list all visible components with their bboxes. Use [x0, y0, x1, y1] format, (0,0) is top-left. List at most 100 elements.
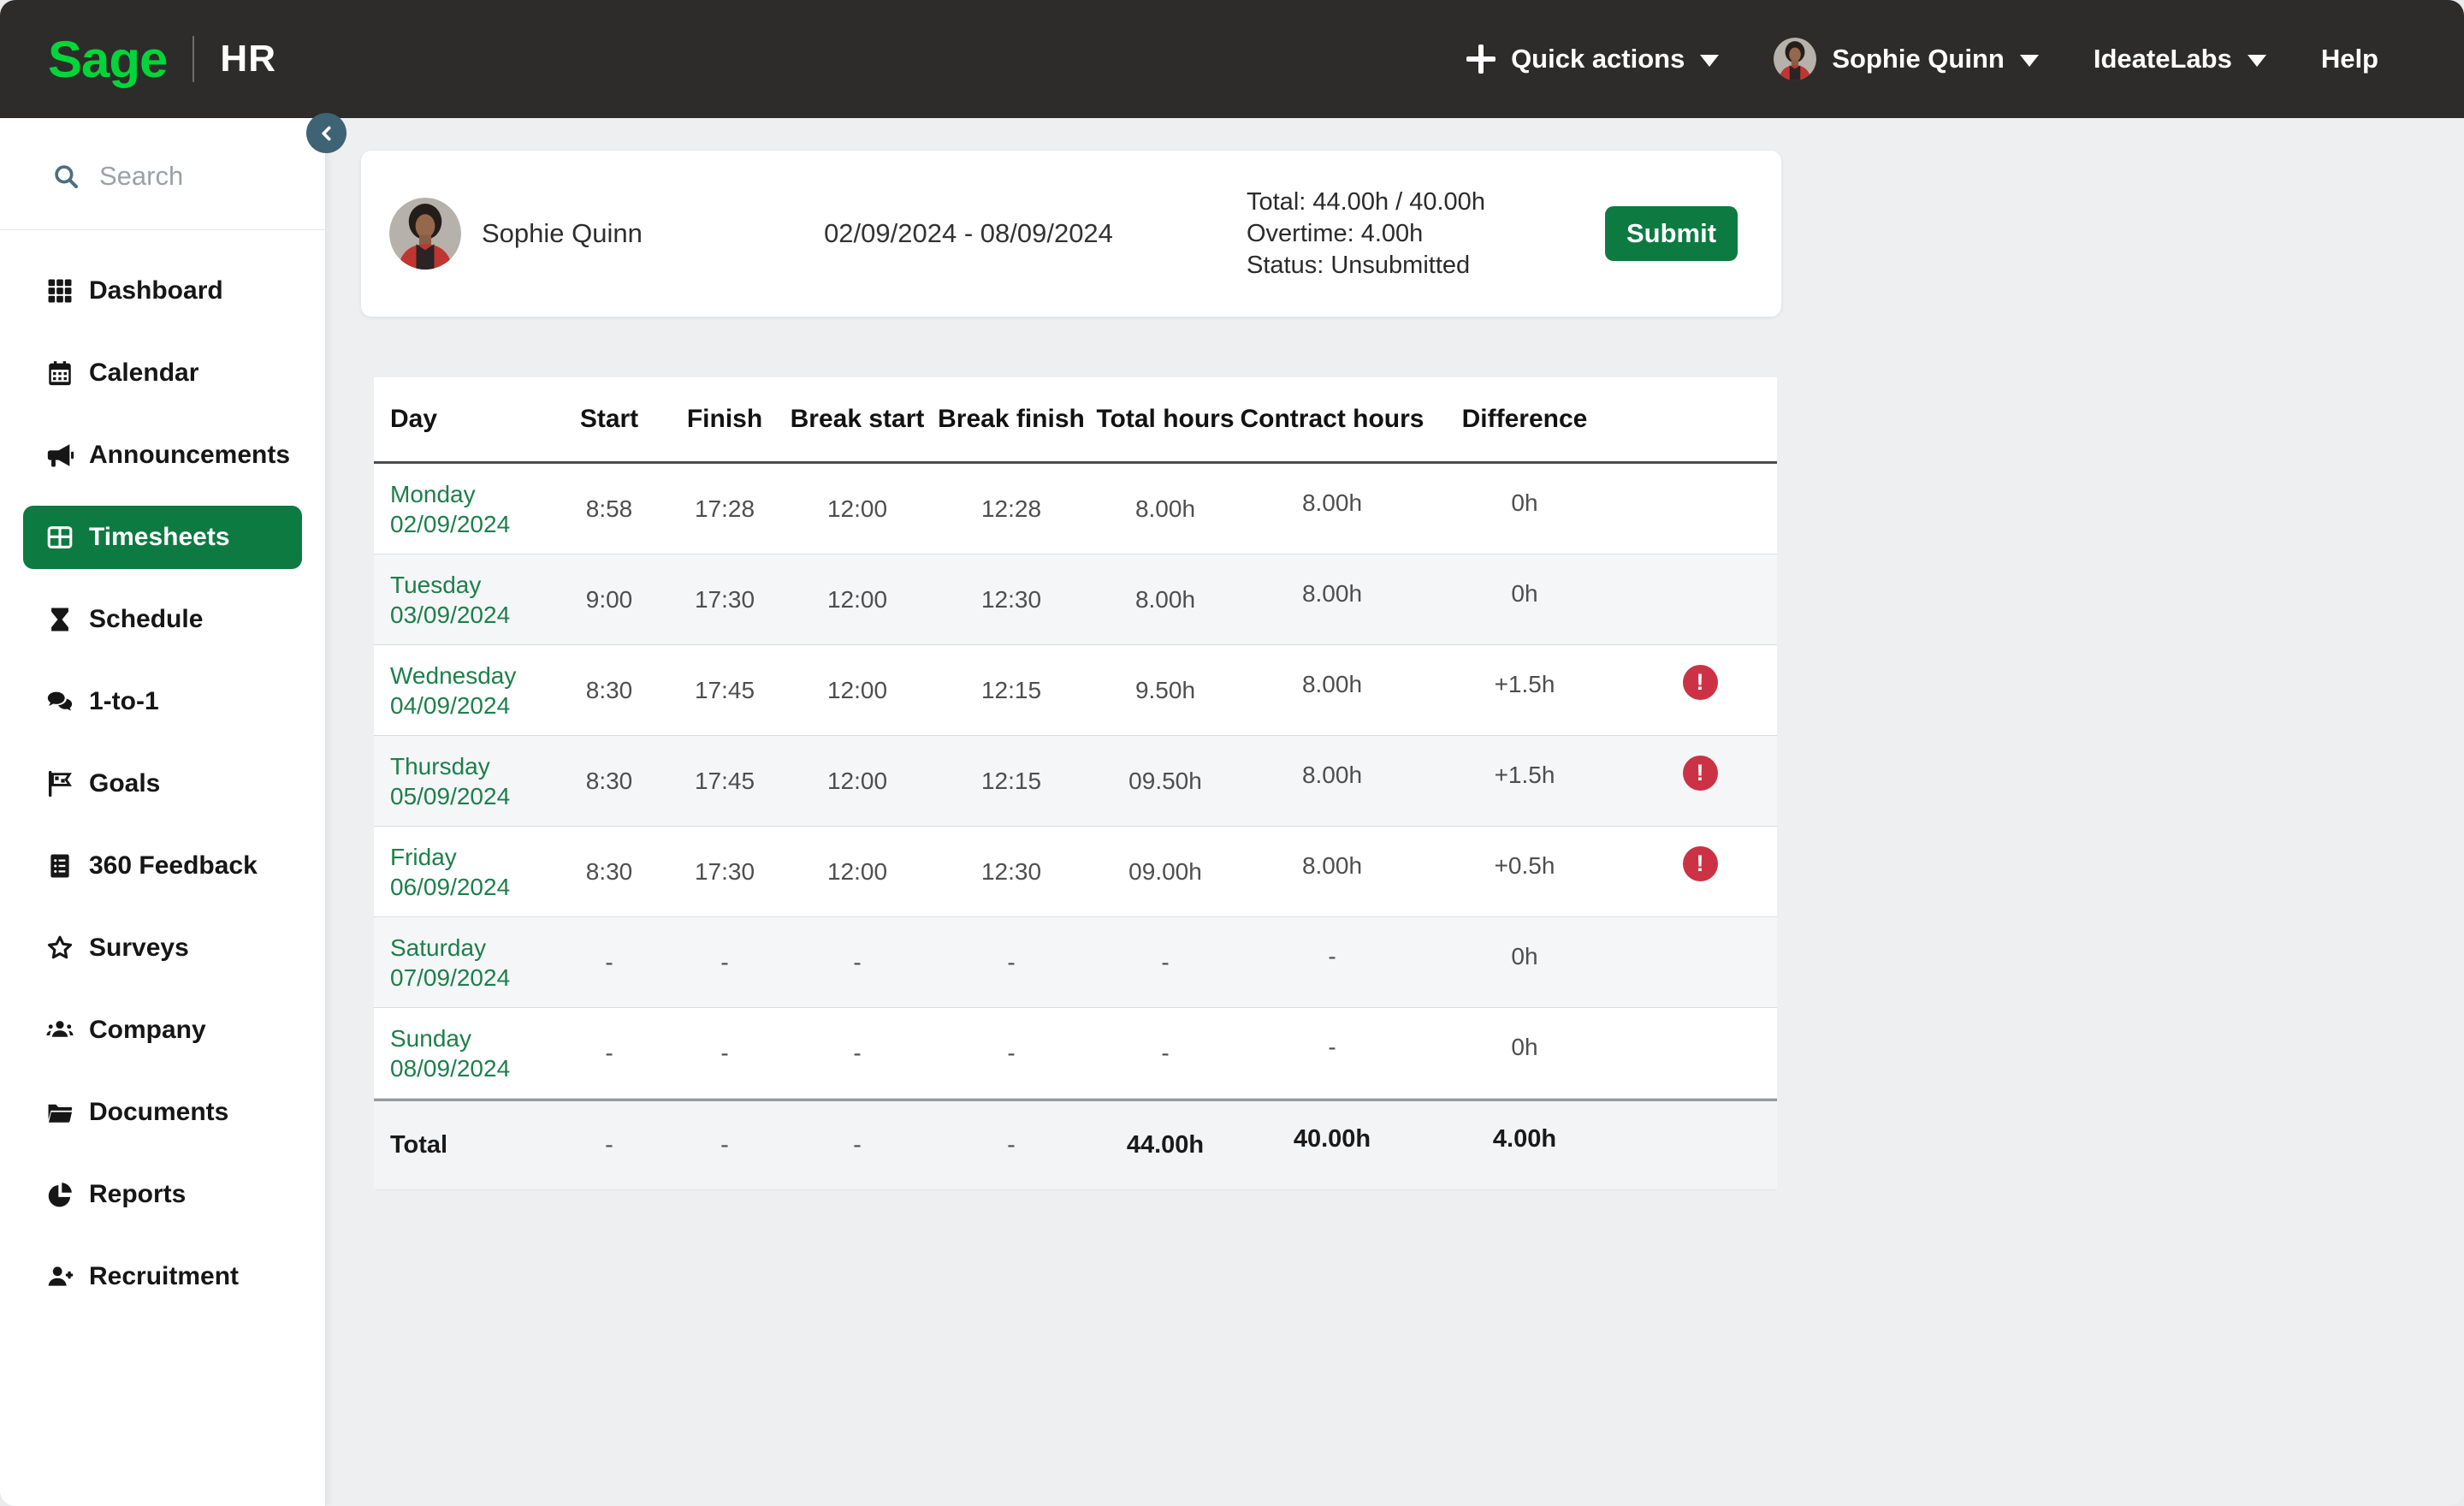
start-cell: 8:30 — [554, 736, 665, 826]
difference-cell: 0h — [1426, 458, 1623, 548]
column-header-start: Start — [554, 377, 665, 461]
help-link[interactable]: Help — [2321, 44, 2378, 74]
sidebar-item-dashboard[interactable]: Dashboard — [0, 259, 325, 323]
contract-hours-cell: 8.00h — [1238, 639, 1426, 729]
caret-down-icon — [1700, 55, 1719, 67]
day-date: 06/09/2024 — [390, 874, 510, 900]
submit-button[interactable]: Submit — [1605, 206, 1738, 261]
alert-icon[interactable]: ! — [1683, 665, 1718, 700]
column-header-break-finish: Break finish — [930, 377, 1093, 461]
topbar: Sage HR Quick actions — [0, 0, 2464, 118]
chevron-left-icon — [316, 122, 338, 145]
person-plus-icon — [45, 1262, 74, 1291]
total-break-finish: - — [930, 1101, 1093, 1189]
total-contract-value: 40.00h — [1238, 1095, 1426, 1183]
day-link[interactable]: Friday 06/09/2024 — [390, 842, 510, 902]
day-link[interactable]: Sunday 08/09/2024 — [390, 1023, 510, 1083]
day-name: Thursday — [390, 753, 490, 780]
sidebar-item-360-feedback[interactable]: 360 Feedback — [0, 834, 325, 898]
sidebar-item-1-to-1[interactable]: 1-to-1 — [0, 670, 325, 733]
alert-icon[interactable]: ! — [1683, 846, 1718, 881]
contract-hours-cell: - — [1238, 1002, 1426, 1092]
total-hours-cell: 09.00h — [1093, 827, 1238, 916]
break-finish-cell: 12:30 — [930, 554, 1093, 644]
user-menu[interactable]: Sophie Quinn — [1774, 38, 2039, 80]
sidebar-item-announcements[interactable]: Announcements — [0, 424, 325, 487]
break-finish-cell: 12:28 — [930, 464, 1093, 554]
table-row: Wednesday 04/09/2024 8:30 17:45 12:00 12… — [374, 645, 1777, 736]
table-row: Monday 02/09/2024 8:58 17:28 12:00 12:28… — [374, 464, 1777, 554]
sidebar-item-label: Calendar — [89, 359, 198, 388]
break-start-cell: - — [785, 1008, 930, 1098]
sidebar-item-reports[interactable]: Reports — [0, 1163, 325, 1226]
day-link[interactable]: Thursday 05/09/2024 — [390, 751, 510, 811]
feedback-doc-icon — [45, 851, 74, 880]
total-hours-cell: - — [1093, 917, 1238, 1007]
day-link[interactable]: Tuesday 03/09/2024 — [390, 570, 510, 630]
start-cell: 9:00 — [554, 554, 665, 644]
day-name: Monday — [390, 481, 476, 507]
break-start-cell: 12:00 — [785, 464, 930, 554]
day-link[interactable]: Saturday 07/09/2024 — [390, 933, 510, 993]
alert-icon[interactable]: ! — [1683, 756, 1718, 791]
total-status-cell — [1623, 1101, 1777, 1189]
column-header-status — [1623, 377, 1777, 461]
break-start-cell: - — [785, 917, 930, 1007]
start-cell: 8:30 — [554, 827, 665, 916]
table-row: Friday 06/09/2024 8:30 17:30 12:00 12:30… — [374, 827, 1777, 917]
total-hours-value: 44.00h — [1093, 1101, 1238, 1189]
sidebar-item-timesheets[interactable]: Timesheets — [23, 506, 302, 569]
total-hours-cell: - — [1093, 1008, 1238, 1098]
total-hours-cell: 09.50h — [1093, 736, 1238, 826]
sidebar: Dashboard Calendar Announcements — [0, 118, 326, 1506]
quick-actions-menu[interactable]: Quick actions — [1466, 44, 1719, 74]
checkered-flag-icon — [45, 769, 74, 798]
sidebar-nav: Dashboard Calendar Announcements — [0, 259, 325, 1327]
total-break-start: - — [785, 1101, 930, 1189]
sidebar-item-label: Surveys — [89, 934, 189, 963]
search-input[interactable] — [99, 161, 287, 192]
difference-cell: +1.5h — [1426, 730, 1623, 820]
total-hours-cell: 8.00h — [1093, 554, 1238, 644]
sidebar-collapse-button[interactable] — [306, 113, 346, 153]
total-finish: - — [665, 1101, 785, 1189]
sidebar-item-goals[interactable]: Goals — [0, 752, 325, 815]
sidebar-item-schedule[interactable]: Schedule — [0, 588, 325, 651]
sidebar-item-calendar[interactable]: Calendar — [0, 341, 325, 405]
sidebar-item-documents[interactable]: Documents — [0, 1081, 325, 1144]
sidebar-item-surveys[interactable]: Surveys — [0, 916, 325, 980]
start-cell: 8:58 — [554, 464, 665, 554]
day-link[interactable]: Wednesday 04/09/2024 — [390, 661, 516, 720]
difference-cell: +1.5h — [1426, 639, 1623, 729]
timesheet-summary-card: Sophie Quinn 02/09/2024 - 08/09/2024 Tot… — [361, 151, 1781, 317]
day-date: 04/09/2024 — [390, 692, 510, 719]
table-row: Sunday 08/09/2024 - - - - - - 0h ! — [374, 1008, 1777, 1099]
people-group-icon — [45, 1016, 74, 1045]
sidebar-item-label: Goals — [89, 769, 160, 798]
sidebar-item-label: 1-to-1 — [89, 687, 159, 716]
sidebar-item-company[interactable]: Company — [0, 999, 325, 1062]
difference-cell: 0h — [1426, 548, 1623, 638]
break-finish-cell: 12:30 — [930, 827, 1093, 916]
search-icon — [51, 162, 80, 191]
plus-icon — [1466, 44, 1496, 74]
sidebar-item-label: Documents — [89, 1098, 228, 1127]
chat-bubbles-icon — [45, 687, 74, 716]
day-link[interactable]: Monday 02/09/2024 — [390, 479, 510, 539]
folder-icon — [45, 1098, 74, 1127]
company-menu[interactable]: IdeateLabs — [2094, 44, 2266, 74]
finish-cell: - — [665, 1008, 785, 1098]
contract-hours-cell: 8.00h — [1238, 458, 1426, 548]
day-name: Wednesday — [390, 662, 516, 689]
sidebar-item-label: Company — [89, 1016, 206, 1045]
dashboard-grid-icon — [45, 276, 74, 305]
sidebar-item-recruitment[interactable]: Recruitment — [0, 1245, 325, 1308]
column-header-break-start: Break start — [785, 377, 930, 461]
column-header-total-hours: Total hours — [1093, 377, 1238, 461]
company-name: IdeateLabs — [2094, 44, 2232, 74]
total-start: - — [554, 1101, 665, 1189]
sidebar-item-label: Timesheets — [89, 523, 230, 552]
column-header-day: Day — [374, 377, 554, 461]
total-hours-cell: 8.00h — [1093, 464, 1238, 554]
finish-cell: 17:45 — [665, 736, 785, 826]
